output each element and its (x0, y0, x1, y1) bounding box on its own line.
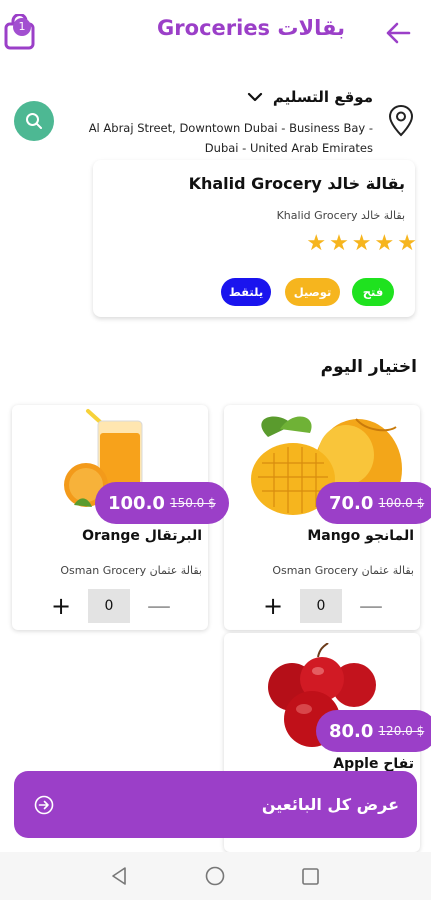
star-icon: ★ (306, 231, 327, 256)
original-price: 120.0 $ (378, 724, 425, 738)
price-badge: 80.0 120.0 $ (316, 710, 431, 752)
nav-recent-apps-icon[interactable] (302, 868, 319, 885)
increase-quantity-button[interactable]: + (46, 591, 76, 621)
open-tag: فتح (352, 278, 394, 306)
cart-button[interactable]: 1 (4, 14, 36, 50)
product-name: Apple تفاح (333, 756, 414, 772)
view-all-vendors-button[interactable]: عرض كل البائعين (14, 771, 417, 838)
decrease-quantity-button[interactable]: — (356, 591, 386, 621)
delivery-address: Al Abraj Street, Downtown Dubai - Busine… (88, 121, 373, 155)
product-name: Mango المانجو (307, 528, 414, 544)
chevron-down-icon (247, 92, 262, 102)
product-store: Osman Grocery بقالة عثمان (272, 564, 414, 577)
quantity-field[interactable]: 0 (88, 589, 130, 623)
pickup-tag: يلتقط (221, 278, 271, 306)
star-icon: ★ (397, 231, 417, 256)
nav-back-icon[interactable] (110, 866, 130, 886)
price-value: 100.0 (108, 492, 165, 514)
price-badge: 70.0 100.0 $ (316, 482, 431, 524)
arrow-right-circle-icon (34, 795, 54, 814)
cart-count-badge: 1 (13, 18, 31, 36)
star-icon: ★ (329, 231, 349, 256)
search-button[interactable] (14, 101, 54, 141)
increase-quantity-button[interactable]: + (258, 591, 288, 621)
page-title: Groceries بقالات (157, 16, 345, 40)
product-card-mango[interactable]: 70.0 100.0 $ Mango المانجو Osman Grocery… (224, 405, 431, 630)
store-rating: ★ ★ ★ ★ ★ (306, 232, 417, 256)
price-badge: 100.0 150.0 $ (95, 482, 229, 524)
quantity-field[interactable]: 0 (300, 589, 342, 623)
store-subtitle: Khalid Grocery بقالة خالد (276, 209, 405, 222)
star-icon: ★ (374, 231, 395, 256)
nav-home-icon[interactable] (205, 866, 225, 886)
original-price: 100.0 $ (378, 496, 425, 510)
star-icon: ★ (351, 231, 372, 256)
store-name: Khalid Grocery بقالة خالد (188, 174, 405, 193)
todays-pick-title: اختيار اليوم (320, 357, 417, 377)
price-value: 80.0 (329, 720, 374, 742)
view-all-vendors-label: عرض كل البائعين (261, 795, 399, 814)
price-value: 70.0 (329, 492, 374, 514)
back-arrow-icon[interactable] (385, 20, 411, 46)
delivery-location-selector[interactable]: موقع التسليم (247, 88, 373, 106)
location-pin-icon (388, 104, 414, 137)
product-name: Orange البرتقال (82, 528, 202, 544)
delivery-location-title: موقع التسليم (272, 88, 373, 106)
product-card-orange[interactable]: 100.0 150.0 $ Orange البرتقال Osman Groc… (12, 405, 229, 630)
search-icon (26, 113, 42, 129)
delivery-tag: توصيل (285, 278, 340, 306)
original-price: 150.0 $ (169, 496, 216, 510)
product-store: Osman Grocery بقالة عثمان (60, 564, 202, 577)
decrease-quantity-button[interactable]: — (144, 591, 174, 621)
